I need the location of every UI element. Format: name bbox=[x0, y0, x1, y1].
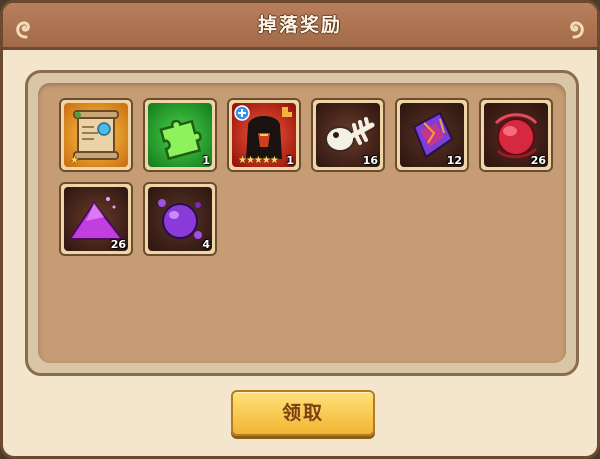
reward-item-puzzle[interactable]: 1 bbox=[143, 98, 217, 172]
reward-item-crystal[interactable]: 12 bbox=[395, 98, 469, 172]
dialog-title: 掉落奖励 bbox=[257, 14, 342, 36]
title-bar: 掉落奖励 bbox=[3, 3, 597, 50]
item-count: 4 bbox=[202, 238, 210, 251]
claim-button[interactable]: 领取 bbox=[231, 390, 375, 436]
reward-item-orb[interactable]: 26 bbox=[479, 98, 553, 172]
star-rank: ★★★★★ bbox=[238, 155, 279, 166]
item-count: 26 bbox=[530, 154, 546, 167]
reward-item-powder[interactable]: 26 bbox=[59, 182, 133, 256]
reward-dialog: 掉落奖励 ★ 1 ★★★★★ 1 16 12 26 26 4 领取 bbox=[0, 0, 600, 459]
item-count: 26 bbox=[110, 238, 126, 251]
reward-item-hero[interactable]: ★★★★★ 1 bbox=[227, 98, 301, 172]
reward-item-gem[interactable]: 4 bbox=[143, 182, 217, 256]
swirl-ornament-icon bbox=[570, 21, 584, 39]
star-rank: ★ bbox=[70, 155, 79, 166]
reward-grid: ★ 1 ★★★★★ 1 16 12 26 26 4 bbox=[38, 83, 566, 363]
reward-item-fishbone[interactable]: 16 bbox=[311, 98, 385, 172]
item-count: 16 bbox=[362, 154, 378, 167]
reward-item-scroll[interactable]: ★ bbox=[59, 98, 133, 172]
item-count: 1 bbox=[286, 154, 294, 167]
item-count: 1 bbox=[202, 154, 210, 167]
item-count: 12 bbox=[446, 154, 462, 167]
reward-panel: ★ 1 ★★★★★ 1 16 12 26 26 4 bbox=[25, 70, 579, 376]
